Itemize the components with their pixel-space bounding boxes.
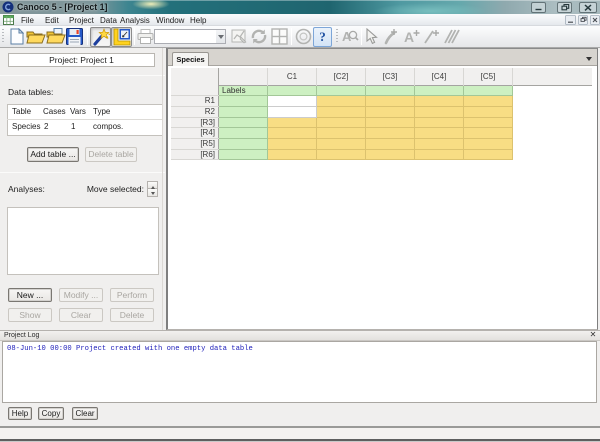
svg-text:A: A [404, 29, 414, 45]
svg-text:A: A [342, 29, 352, 44]
